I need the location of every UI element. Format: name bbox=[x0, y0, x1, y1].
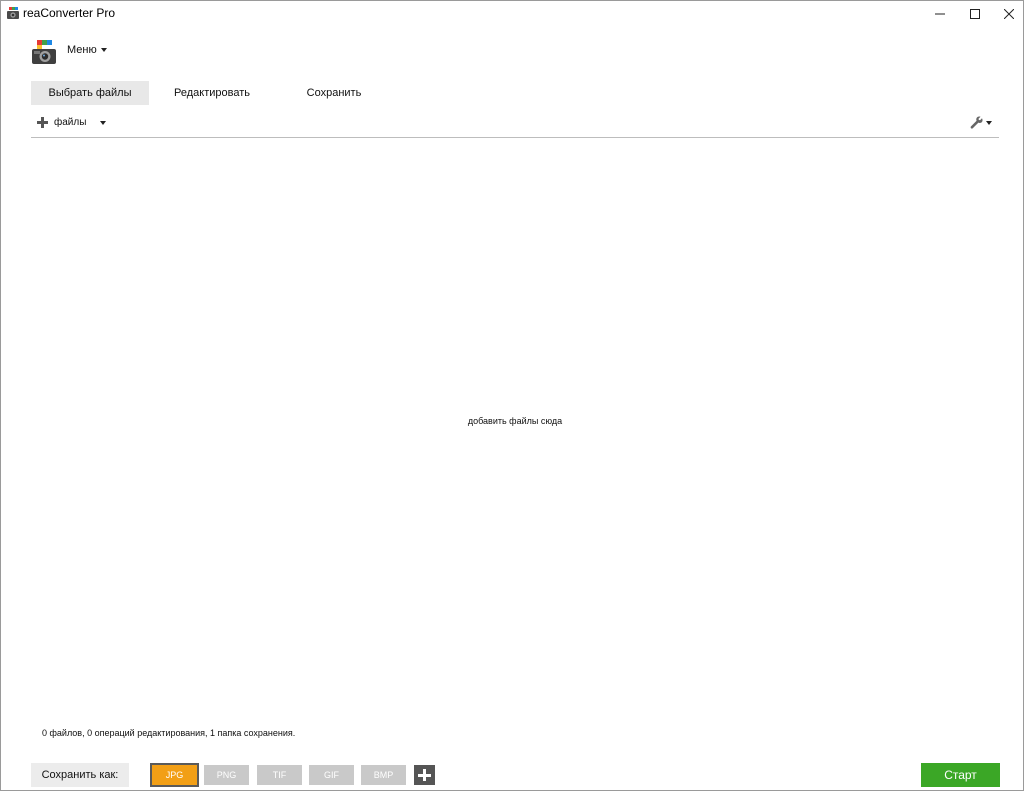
maximize-icon bbox=[970, 9, 980, 19]
maximize-button[interactable] bbox=[957, 1, 993, 27]
menu-button[interactable]: Меню bbox=[67, 44, 107, 56]
chevron-down-icon bbox=[100, 48, 107, 52]
chevron-down-icon bbox=[100, 120, 107, 125]
menu-label: Меню bbox=[67, 44, 97, 56]
file-drop-area[interactable]: добавить файлы сюда bbox=[31, 139, 999, 719]
tab-select-files[interactable]: Выбрать файлы bbox=[31, 81, 149, 105]
tab-edit[interactable]: Редактировать bbox=[153, 81, 271, 105]
app-icon bbox=[7, 7, 19, 19]
status-text: 0 файлов, 0 операций редактирования, 1 п… bbox=[42, 728, 296, 738]
chevron-down-icon bbox=[986, 120, 992, 125]
add-files-label: файлы bbox=[54, 117, 87, 128]
wrench-icon bbox=[970, 116, 983, 129]
plus-icon bbox=[37, 117, 48, 128]
tab-save[interactable]: Сохранить bbox=[275, 81, 393, 105]
minimize-button[interactable] bbox=[922, 1, 958, 27]
add-format-button[interactable] bbox=[414, 765, 435, 785]
app-logo-icon bbox=[32, 40, 56, 64]
format-gif-button[interactable]: GIF bbox=[309, 765, 354, 785]
window-title: reaConverter Pro bbox=[23, 6, 116, 20]
save-as-label: Сохранить как: bbox=[31, 763, 129, 787]
app-window: reaConverter Pro Меню Выбрать файлы Реда… bbox=[0, 0, 1024, 791]
close-button[interactable] bbox=[991, 1, 1023, 27]
minimize-icon bbox=[935, 13, 945, 15]
format-bmp-button[interactable]: BMP bbox=[361, 765, 406, 785]
start-button[interactable]: Старт bbox=[921, 763, 1000, 787]
format-jpg-button[interactable]: JPG bbox=[150, 763, 199, 787]
settings-button[interactable] bbox=[970, 116, 992, 129]
format-png-button[interactable]: PNG bbox=[204, 765, 249, 785]
title-bar: reaConverter Pro bbox=[1, 1, 1023, 27]
drop-hint: добавить файлы сюда bbox=[467, 416, 563, 426]
toolbar-divider bbox=[31, 137, 999, 138]
close-icon bbox=[1004, 9, 1014, 19]
add-files-button[interactable]: файлы bbox=[37, 117, 107, 128]
format-tif-button[interactable]: TIF bbox=[257, 765, 302, 785]
